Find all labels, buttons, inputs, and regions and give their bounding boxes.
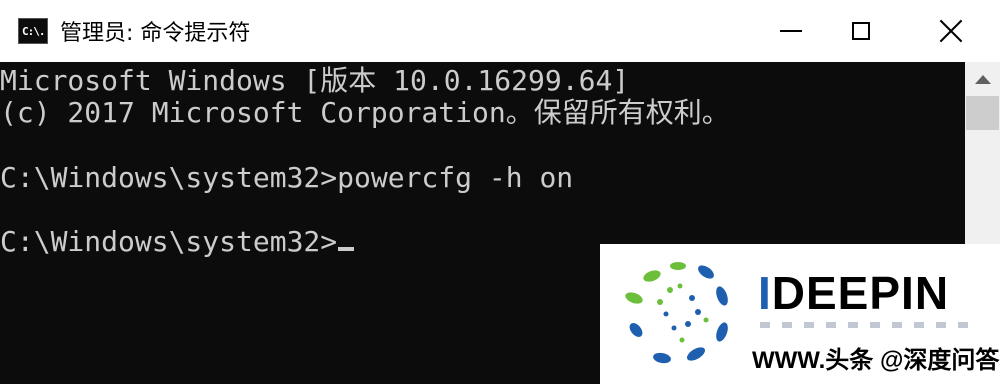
maximize-icon	[852, 22, 870, 40]
title-bar[interactable]: C:\. 管理员: 命令提示符	[0, 0, 1000, 62]
watermark-decoration	[760, 322, 970, 328]
close-button[interactable]	[920, 0, 982, 62]
ideepin-logo-icon	[625, 262, 728, 364]
arrow-up-icon	[974, 74, 991, 84]
window-title: 管理员: 命令提示符	[60, 21, 251, 46]
console-line-copyright: (c) 2017 Microsoft Corporation。保留所有权利。	[0, 96, 730, 129]
console-line-version: Microsoft Windows [版本 10.0.16299.64]	[0, 64, 630, 97]
console-prompt: C:\Windows\system32>	[0, 225, 338, 258]
console-prompt-line[interactable]: C:\Windows\system32>	[0, 225, 355, 258]
minimize-button[interactable]	[760, 0, 822, 62]
maximize-button[interactable]	[830, 0, 892, 62]
cmd-icon-text: C:\.	[22, 25, 45, 38]
scroll-up-button[interactable]	[965, 62, 1000, 96]
text-cursor	[338, 247, 355, 251]
minimize-icon	[780, 30, 802, 32]
close-icon	[939, 19, 963, 43]
watermark-overlay: IDEEPIN WWW.头条 @深度问答	[600, 244, 1000, 384]
console-line-command: C:\Windows\system32>powercfg -h on	[0, 161, 574, 194]
watermark-brand: IDEEPIN	[758, 267, 950, 319]
scroll-thumb[interactable]	[966, 96, 999, 130]
cmd-app-icon[interactable]: C:\.	[18, 18, 48, 44]
watermark-caption: WWW.头条 @深度问答	[752, 347, 1000, 374]
